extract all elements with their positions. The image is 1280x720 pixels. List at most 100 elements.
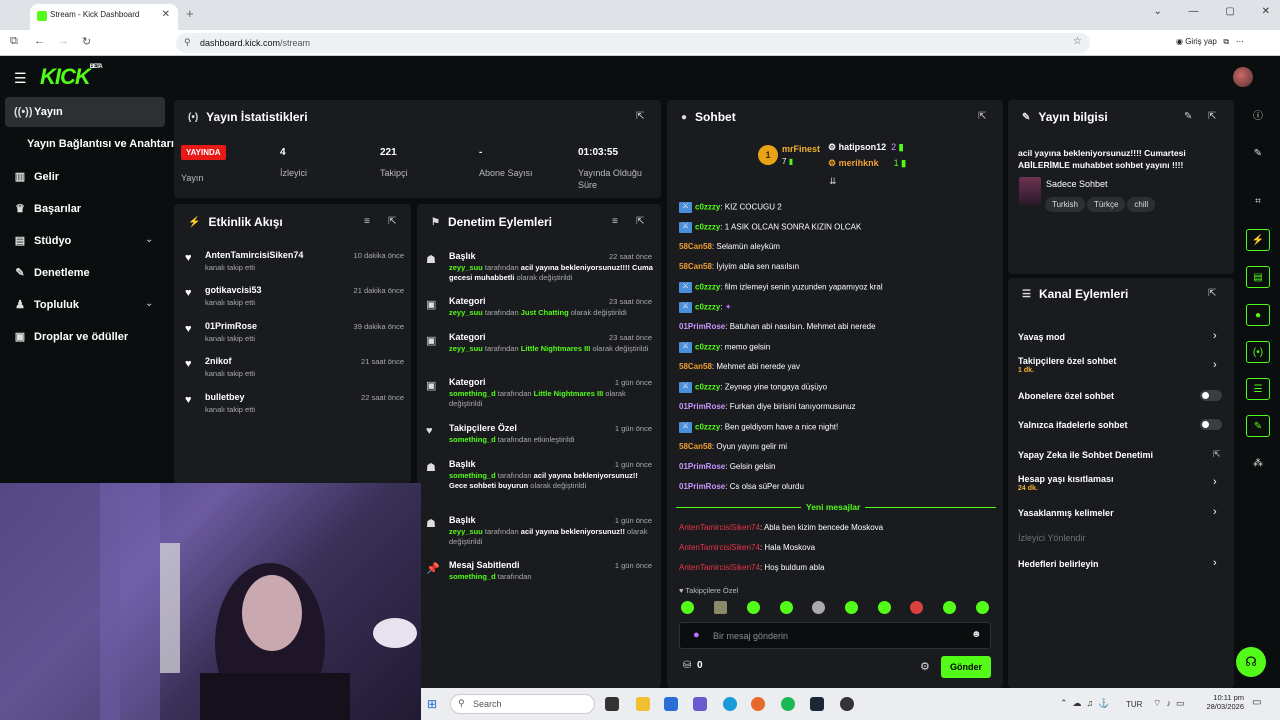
obs-icon[interactable] bbox=[840, 697, 854, 711]
sidebar-item-denetleme[interactable]: ✎ Denetleme bbox=[14, 266, 89, 280]
subs-chat-toggle[interactable] bbox=[1200, 390, 1222, 401]
age-limit-option[interactable]: Hesap yaşı kısıtlaması bbox=[1018, 474, 1114, 484]
set-goals-option[interactable]: Hedefleri belirleyin bbox=[1018, 559, 1099, 569]
leader-name[interactable]: mrFinest bbox=[782, 144, 820, 154]
tag[interactable]: Turkish bbox=[1045, 197, 1085, 212]
sidebar-item-gelir[interactable]: ▥ Gelir bbox=[14, 170, 59, 184]
spotify-icon[interactable] bbox=[781, 697, 795, 711]
system-tray[interactable]: ⌃ ☁ ♫ ⚓ bbox=[1060, 698, 1110, 709]
shapes-icon[interactable]: ⁂ bbox=[1246, 453, 1270, 475]
user-avatar[interactable] bbox=[1233, 67, 1253, 87]
tray-icons[interactable]: ⌔ ♪ ▭ bbox=[1153, 698, 1184, 709]
close-tab-icon[interactable]: ✕ bbox=[162, 9, 170, 20]
info-icon[interactable]: ⓘ bbox=[1246, 106, 1270, 128]
login-button[interactable]: ◉ Giriş yap ⧉ ⋯ bbox=[1176, 37, 1244, 47]
tag[interactable]: chill bbox=[1127, 197, 1156, 212]
sidebar-item-studyo[interactable]: ▤ Stüdyo bbox=[14, 234, 71, 248]
notification-icon[interactable]: ▭ bbox=[1252, 697, 1261, 708]
edit-pencil-icon[interactable]: ✎ bbox=[1184, 111, 1192, 122]
sidebar-item-stream-key[interactable]: Yayın Bağlantısı ve Anahtarı bbox=[27, 138, 174, 150]
crop-icon[interactable]: ⌗ bbox=[1246, 191, 1270, 213]
wrench-icon[interactable]: ✎ bbox=[1246, 415, 1270, 437]
leader-2[interactable]: ⚙ hatipson12 2 ▮ bbox=[828, 142, 904, 153]
chevron-right-icon[interactable]: › bbox=[1213, 506, 1217, 518]
chevron-right-icon[interactable]: › bbox=[1213, 359, 1217, 371]
clock[interactable]: 10:11 pm 28/03/2026 bbox=[1206, 693, 1244, 711]
emote-icon[interactable] bbox=[910, 601, 923, 614]
category-name[interactable]: Sadece Sohbet bbox=[1046, 179, 1108, 189]
points-display[interactable]: ⛁ 0 bbox=[683, 660, 703, 671]
reload-icon[interactable]: ↻ bbox=[82, 35, 91, 48]
menu-icon[interactable]: ☰ bbox=[14, 70, 27, 87]
steam-icon[interactable] bbox=[810, 697, 824, 711]
filter-icon[interactable]: ≡ bbox=[612, 216, 618, 227]
popout-icon[interactable]: ⇱ bbox=[1208, 288, 1216, 299]
leader-3[interactable]: ⚙ merihknk 1 ▮ bbox=[828, 158, 906, 169]
forward-icon[interactable]: → bbox=[58, 35, 69, 47]
followers-chat-option[interactable]: Takipçilere özel sohbet bbox=[1018, 356, 1116, 366]
bolt-icon[interactable]: ⚡ bbox=[1246, 229, 1270, 251]
new-tab-icon[interactable]: + bbox=[186, 6, 194, 21]
emote-icon[interactable] bbox=[714, 601, 727, 614]
list-icon[interactable]: ☰ bbox=[1246, 378, 1270, 400]
emote-icon[interactable] bbox=[812, 601, 825, 614]
bookmark-star-icon[interactable]: ☆ bbox=[1073, 36, 1082, 47]
tag[interactable]: Türkçe bbox=[1086, 197, 1126, 212]
ai-moderation-option[interactable]: Yapay Zeka ile Sohbet Denetimi bbox=[1018, 450, 1153, 460]
chat-input[interactable]: ● Bir mesaj gönderin ☻ bbox=[679, 622, 991, 649]
edge-icon[interactable] bbox=[723, 697, 737, 711]
sidebar-item-topluluk[interactable]: ♟ Topluluk bbox=[14, 298, 79, 312]
sidebar-item-yayin[interactable]: ((•)) Yayın bbox=[14, 106, 63, 118]
emote-icon[interactable] bbox=[747, 601, 760, 614]
task-view-icon[interactable] bbox=[605, 697, 619, 711]
chevron-down-icon[interactable]: ⌄ bbox=[145, 298, 153, 309]
popout-icon[interactable]: ⇱ bbox=[1208, 111, 1216, 122]
broadcast-icon[interactable]: (•) bbox=[1246, 341, 1270, 363]
kick-logo[interactable]: KICKBETA bbox=[40, 64, 103, 90]
chevron-down-icon[interactable]: ⌄ bbox=[145, 234, 153, 245]
emote-icon[interactable] bbox=[976, 601, 989, 614]
emoji-icon[interactable]: ☻ bbox=[971, 629, 982, 640]
filter-icon[interactable]: ≡ bbox=[364, 216, 370, 227]
popout-icon[interactable]: ⇱ bbox=[388, 216, 396, 227]
emote-icon[interactable] bbox=[878, 601, 891, 614]
language-indicator[interactable]: TUR bbox=[1126, 700, 1142, 709]
window-controls[interactable]: ⌄ — ▢ ✕ bbox=[1153, 6, 1270, 17]
emote-icon[interactable] bbox=[943, 601, 956, 614]
settings-gear-icon[interactable]: ⚙ bbox=[920, 660, 930, 673]
chevron-right-icon[interactable]: › bbox=[1213, 557, 1217, 569]
edit-pencil-icon[interactable]: ✎ bbox=[1246, 143, 1270, 165]
taskbar-search[interactable]: ⚲ Search bbox=[450, 694, 595, 714]
firefox-icon[interactable] bbox=[751, 697, 765, 711]
popout-icon[interactable]: ⇱ bbox=[978, 111, 986, 122]
mic-icon[interactable]: ● bbox=[693, 629, 700, 641]
site-info-icon[interactable]: ⚲ bbox=[184, 37, 191, 48]
chevron-right-icon[interactable]: › bbox=[1213, 476, 1217, 488]
popout-icon[interactable]: ⇱ bbox=[636, 216, 644, 227]
emote-icon[interactable] bbox=[681, 601, 694, 614]
category-thumbnail[interactable] bbox=[1019, 177, 1041, 205]
support-headset-icon[interactable]: ☊ bbox=[1236, 647, 1266, 677]
emote-chat-toggle[interactable] bbox=[1200, 419, 1222, 430]
document-icon[interactable]: ▤ bbox=[1246, 266, 1270, 288]
back-icon[interactable]: ← bbox=[34, 35, 45, 47]
store-icon[interactable] bbox=[664, 697, 678, 711]
external-link-icon[interactable]: ⇱ bbox=[1213, 449, 1221, 460]
emote-icon[interactable] bbox=[780, 601, 793, 614]
sidebar-toggle-icon[interactable]: ⧉ bbox=[10, 35, 18, 48]
file-explorer-icon[interactable] bbox=[636, 697, 650, 711]
sidebar-item-basarilar[interactable]: ♛ Başarılar bbox=[14, 202, 81, 216]
send-button[interactable]: Gönder bbox=[941, 656, 991, 678]
url-field[interactable]: ⚲ dashboard.kick.com/stream ☆ bbox=[176, 33, 1090, 53]
expand-leaderboard-icon[interactable]: ⇊ bbox=[829, 176, 837, 187]
chevron-right-icon[interactable]: › bbox=[1213, 330, 1217, 342]
slow-mode-option[interactable]: Yavaş mod bbox=[1018, 332, 1065, 342]
emote-icon[interactable] bbox=[845, 601, 858, 614]
sidebar-item-droplar[interactable]: ▣ Droplar ve ödüller bbox=[14, 330, 128, 344]
teams-icon[interactable] bbox=[693, 697, 707, 711]
chat-bubble-icon[interactable]: ● bbox=[1246, 304, 1270, 326]
banned-words-option[interactable]: Yasaklanmış kelimeler bbox=[1018, 508, 1114, 518]
windows-start-icon[interactable]: ⊞ bbox=[427, 697, 437, 711]
browser-tab[interactable]: Stream - Kick Dashboard ✕ bbox=[30, 4, 178, 30]
popout-icon[interactable]: ⇱ bbox=[636, 111, 644, 122]
